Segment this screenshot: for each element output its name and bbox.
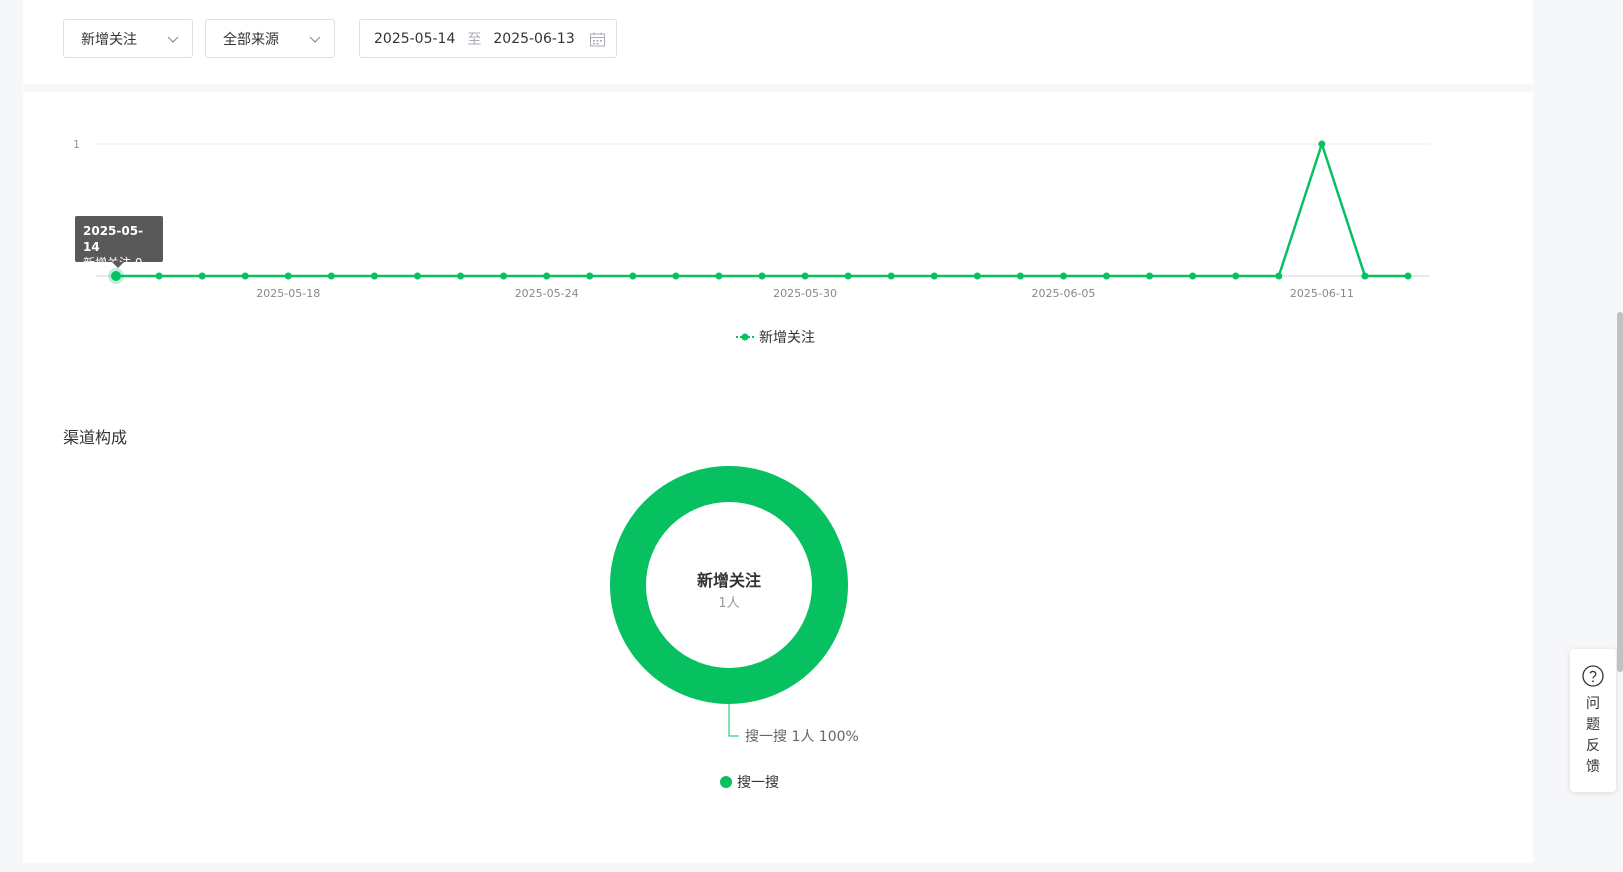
x-tick-label: 2025-05-18 xyxy=(256,287,320,300)
data-point-2025-05-18[interactable] xyxy=(284,272,292,280)
data-point-2025-05-14[interactable] xyxy=(111,271,121,281)
data-point-2025-06-02[interactable] xyxy=(930,272,938,280)
data-point-2025-06-13[interactable] xyxy=(1404,272,1412,280)
data-point-2025-06-07[interactable] xyxy=(1146,272,1154,280)
data-point-2025-05-22[interactable] xyxy=(457,272,465,280)
data-point-2025-05-24[interactable] xyxy=(543,272,551,280)
legend-marker xyxy=(741,333,749,341)
page-scrollbar[interactable] xyxy=(1617,312,1623,672)
section-title: 渠道构成 xyxy=(63,428,128,447)
donut-center-title: 新增关注 xyxy=(697,571,761,590)
data-point-2025-05-19[interactable] xyxy=(327,272,335,280)
data-point-2025-06-08[interactable] xyxy=(1189,272,1197,280)
data-point-2025-06-04[interactable] xyxy=(1016,272,1024,280)
series-line-新增关注 xyxy=(116,139,1408,278)
donut-center-value: 1人 xyxy=(718,596,739,611)
legend-marker xyxy=(720,776,732,788)
feedback-label: 问题反馈 xyxy=(1586,696,1600,775)
trend-line-chart: 1 2025-05-18 2025-05-24 2025-05-30 2025-06-… xyxy=(73,138,1430,346)
chevron-down-icon xyxy=(309,36,321,43)
tooltip-value: 新增关注 0 xyxy=(83,256,143,270)
x-tick-label: 2025-05-24 xyxy=(515,287,579,300)
donut-legend[interactable]: 搜一搜 xyxy=(720,775,779,791)
date-end[interactable]: 2025-06-13 xyxy=(493,31,574,47)
date-range-picker[interactable]: 2025-05-14 至 2025-06-13 xyxy=(359,19,617,58)
source-select[interactable]: 全部来源 xyxy=(205,19,335,58)
data-point-2025-05-20[interactable] xyxy=(370,272,378,280)
data-point-2025-05-29[interactable] xyxy=(758,272,766,280)
data-point-2025-05-28[interactable] xyxy=(715,272,723,280)
data-point-2025-05-21[interactable] xyxy=(413,272,421,280)
data-point-2025-05-17[interactable] xyxy=(241,272,249,280)
data-point-2025-06-05[interactable] xyxy=(1059,272,1067,280)
data-point-2025-05-27[interactable] xyxy=(672,272,680,280)
data-point-2025-05-30[interactable] xyxy=(801,272,809,280)
feedback-button[interactable]: 问题反馈 xyxy=(1570,649,1616,792)
filter-bar: 新增关注 全部来源 2025-05-14 至 2025-06-13 xyxy=(23,0,1533,84)
data-point-2025-06-11[interactable] xyxy=(1318,140,1326,148)
data-point-2025-06-10[interactable] xyxy=(1275,272,1283,280)
data-point-2025-05-15[interactable] xyxy=(155,272,163,280)
date-start[interactable]: 2025-05-14 xyxy=(374,31,455,47)
data-point-2025-05-25[interactable] xyxy=(586,272,594,280)
data-point-2025-06-12[interactable] xyxy=(1361,272,1369,280)
source-select-value: 全部来源 xyxy=(223,31,279,48)
data-point-2025-05-16[interactable] xyxy=(198,272,206,280)
data-point-2025-05-26[interactable] xyxy=(629,272,637,280)
date-separator: 至 xyxy=(467,31,482,48)
legend-label: 新增关注 xyxy=(759,330,815,346)
statistics-panel: 1 2025-05-18 2025-05-24 2025-05-30 2025-06-… xyxy=(23,92,1533,863)
channel-donut-chart: 新增关注 1人 搜一搜 1人 100% 搜一搜 xyxy=(610,466,859,791)
line-chart-legend[interactable]: 新增关注 xyxy=(736,330,815,346)
legend-label: 搜一搜 xyxy=(737,775,779,791)
slice-label-leader xyxy=(728,704,739,737)
x-tick-label: 2025-06-11 xyxy=(1290,287,1354,300)
data-point-2025-05-31[interactable] xyxy=(844,272,852,280)
data-point-2025-06-09[interactable] xyxy=(1232,272,1240,280)
data-point-2025-05-23[interactable] xyxy=(500,272,508,280)
data-point-2025-06-03[interactable] xyxy=(973,272,981,280)
metric-select-value: 新增关注 xyxy=(81,31,137,48)
data-point-2025-06-06[interactable] xyxy=(1103,272,1111,280)
slice-label: 搜一搜 1人 100% xyxy=(745,729,859,745)
chart-tooltip: 2025-05-14 新增关注 0 xyxy=(75,216,163,270)
data-point-2025-06-01[interactable] xyxy=(887,272,895,280)
x-tick-label: 2025-05-30 xyxy=(773,287,837,300)
y-tick-label: 1 xyxy=(73,138,80,151)
metric-select[interactable]: 新增关注 xyxy=(63,19,193,58)
calendar-icon xyxy=(590,32,605,47)
x-tick-label: 2025-06-05 xyxy=(1031,287,1095,300)
chevron-down-icon xyxy=(167,36,179,43)
tooltip-date: 2025-05-14 xyxy=(83,224,144,254)
question-circle-icon xyxy=(1582,665,1604,687)
